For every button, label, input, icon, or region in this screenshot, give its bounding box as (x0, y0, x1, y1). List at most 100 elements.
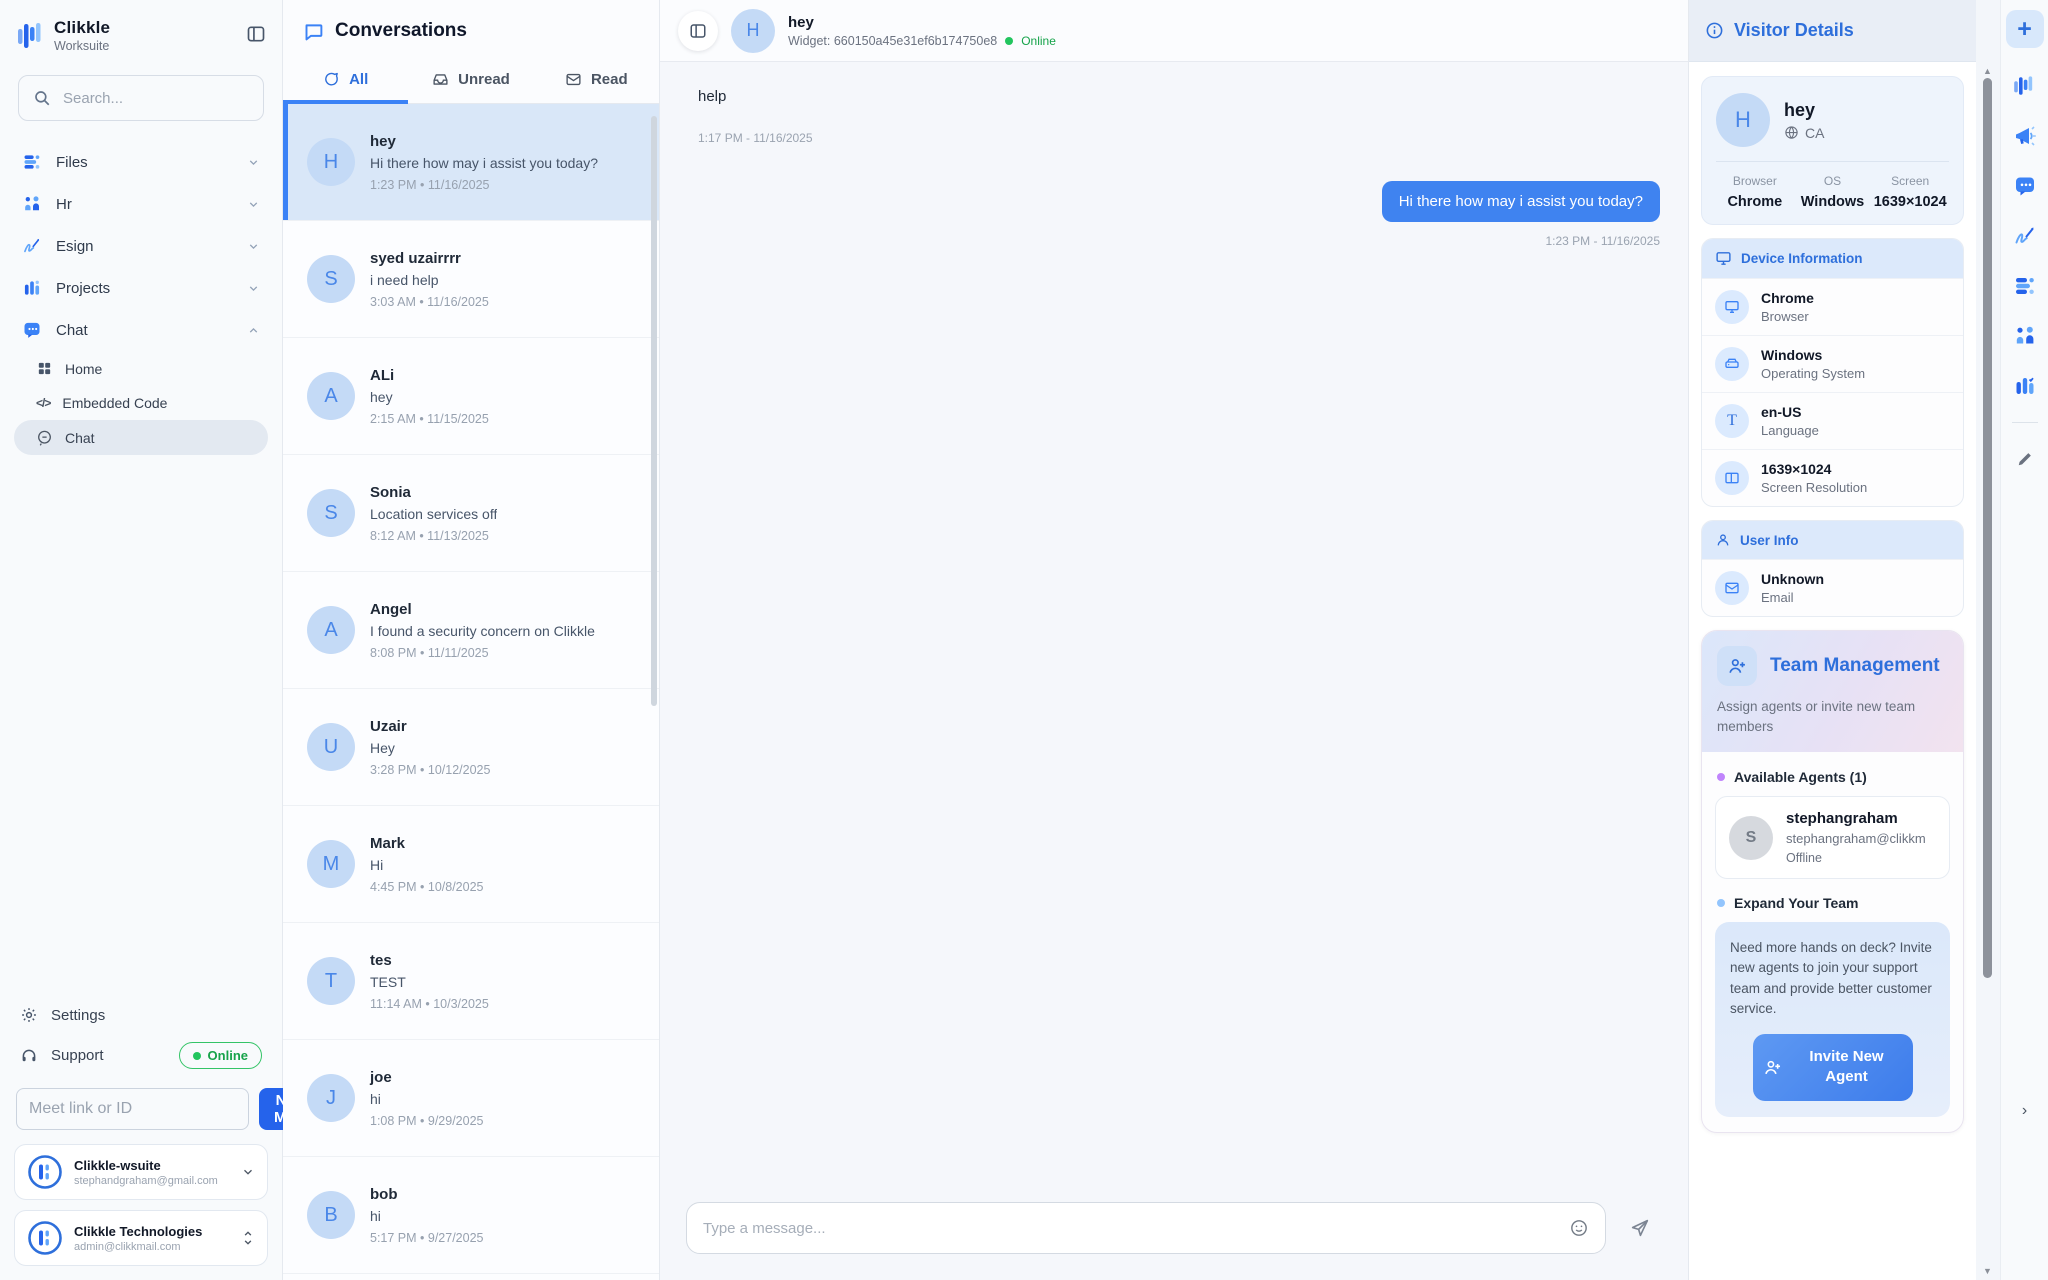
sidebar-subitem-label: Home (65, 361, 102, 377)
account-card-workspace[interactable]: Clikkle-wsuite stephandgraham@gmail.com (14, 1144, 268, 1200)
sidebar-collapse-icon[interactable] (246, 24, 266, 44)
device-row-resolution: 1639×1024 Screen Resolution (1702, 449, 1963, 506)
chevron-sort-icon[interactable] (241, 1230, 255, 1246)
conversation-tabs: All Unread Read (283, 58, 659, 104)
sidebar-item-label: Files (56, 154, 233, 171)
conversation-item[interactable]: B bob hi 5:17 PM • 9/27/2025 (283, 1157, 659, 1274)
sidebar-item-esign[interactable]: Esign (14, 225, 268, 267)
sidebar-item-projects[interactable]: Projects (14, 267, 268, 309)
account-logo-icon (27, 1220, 63, 1256)
sidebar-item-chat[interactable]: Chat (14, 309, 268, 351)
agent-card[interactable]: S stephangraham stephangraham@clikkm Off… (1715, 796, 1950, 879)
chevron-down-icon[interactable] (241, 1165, 255, 1179)
tab-unread[interactable]: Unread (408, 58, 533, 103)
hr-icon (22, 194, 42, 214)
user-info-row-email: Unknown Email (1702, 559, 1963, 616)
emoji-icon[interactable] (1569, 1218, 1589, 1238)
toggle-conversations-button[interactable] (678, 11, 718, 51)
conversation-list-scrollbar[interactable] (651, 116, 657, 706)
conversation-item[interactable]: H hey Hi there how may i assist you toda… (283, 104, 659, 221)
avatar: A (307, 606, 355, 654)
conversations-icon (303, 21, 324, 42)
conversation-time: 4:45 PM • 10/8/2025 (370, 880, 483, 894)
sidebar-subitem-embedded-code[interactable]: </> Embedded Code (14, 386, 268, 420)
avatar: J (307, 1074, 355, 1122)
sidebar-item-hr[interactable]: Hr (14, 183, 268, 225)
sidebar-subitem-chat[interactable]: Chat (14, 420, 268, 455)
collapse-panel-chevron[interactable]: › (2022, 1102, 2027, 1120)
conversation-item[interactable]: J joe hi 1:08 PM • 9/29/2025 (283, 1040, 659, 1157)
message-input[interactable] (703, 1220, 1559, 1237)
conversation-name: syed uzairrrr (370, 250, 489, 267)
settings-label: Settings (51, 1007, 262, 1024)
conversation-item[interactable]: U Uzair Hey 3:28 PM • 10/12/2025 (283, 689, 659, 806)
summary-label: Screen (1871, 174, 1949, 188)
conversation-preview: Hi there how may i assist you today? (370, 155, 598, 171)
team-subtitle: Assign agents or invite new team members (1717, 697, 1948, 736)
support-button[interactable]: Support Online (14, 1033, 268, 1078)
conversation-preview: i need help (370, 272, 489, 288)
conversation-item[interactable]: T tes TEST 11:14 AM • 10/3/2025 (283, 923, 659, 1040)
visitor-summary-card: H hey CA Browser (1701, 76, 1964, 225)
conversation-item[interactable]: S Sonia Location services off 8:12 AM • … (283, 455, 659, 572)
meet-link-input[interactable] (16, 1088, 249, 1130)
person-plus-icon (1717, 646, 1757, 686)
scroll-up-arrow[interactable]: ▲ (1983, 66, 1992, 76)
summary-label: Browser (1716, 174, 1794, 188)
conversation-item[interactable]: A Angel I found a security concern on Cl… (283, 572, 659, 689)
projects-icon (22, 278, 42, 298)
account-email: admin@clikkmail.com (74, 1241, 230, 1253)
sidebar-subitem-home[interactable]: Home (14, 351, 268, 386)
account-card-organization[interactable]: Clikkle Technologies admin@clikkmail.com (14, 1210, 268, 1266)
analytics-app-icon[interactable] (2013, 74, 2037, 98)
search-box[interactable] (18, 75, 264, 121)
send-button[interactable] (1618, 1206, 1662, 1250)
scrollbar-thumb[interactable] (1983, 78, 1992, 978)
invite-new-agent-button[interactable]: Invite New Agent (1753, 1034, 1913, 1101)
visitor-details-panel: Visitor Details H hey CA (1688, 0, 1976, 1280)
projects-app-icon[interactable] (2013, 374, 2037, 398)
hard-drive-icon (1715, 347, 1749, 381)
add-app-button[interactable]: + (2006, 10, 2044, 48)
message-composer (660, 1188, 1688, 1280)
conversation-item[interactable]: M Mark Hi 4:45 PM • 10/8/2025 (283, 806, 659, 923)
conversation-list: H hey Hi there how may i assist you toda… (283, 104, 659, 1280)
chat-app-icon[interactable] (2013, 174, 2037, 198)
expand-team-label: Expand Your Team (1734, 895, 1858, 911)
hr-app-icon[interactable] (2013, 324, 2037, 348)
conversation-item[interactable]: S syed uzairrrr i need help 3:03 AM • 11… (283, 221, 659, 338)
tab-read[interactable]: Read (534, 58, 659, 103)
conversation-name: Angel (370, 601, 595, 618)
sidebar-item-label: Chat (56, 322, 233, 339)
page-scrollbar[interactable]: ▲ ▼ (1976, 0, 2000, 1280)
team-title: Team Management (1770, 655, 1940, 677)
visitor-details-title: Visitor Details (1734, 20, 1854, 41)
monitor-icon (1715, 250, 1732, 267)
settings-button[interactable]: Settings (14, 997, 268, 1033)
conversation-time: 3:03 AM • 11/16/2025 (370, 295, 489, 309)
home-grid-icon (36, 360, 53, 377)
person-plus-icon (1763, 1058, 1782, 1077)
sidebar-item-files[interactable]: Files (14, 141, 268, 183)
device-information-section: Device Information Chrome Browser (1701, 238, 1964, 507)
bullet-dot (1717, 899, 1725, 907)
conversation-name: Mark (370, 835, 483, 852)
tab-all[interactable]: All (283, 58, 408, 103)
campaigns-megaphone-icon[interactable] (2013, 124, 2037, 148)
online-dot (193, 1052, 201, 1060)
person-icon (1715, 532, 1731, 548)
files-app-icon[interactable] (2013, 274, 2037, 298)
edit-pencil-icon[interactable] (2015, 449, 2035, 469)
esign-app-icon[interactable] (2013, 224, 2037, 248)
sidebar-subitem-label: Embedded Code (62, 395, 167, 411)
conversation-time: 8:12 AM • 11/13/2025 (370, 529, 497, 543)
search-input[interactable] (63, 90, 249, 107)
brand-suite: Worksuite (54, 39, 110, 53)
conversation-item[interactable]: A ALi hey 2:15 AM • 11/15/2025 (283, 338, 659, 455)
bullet-dot (1717, 773, 1725, 781)
conversation-time: 3:28 PM • 10/12/2025 (370, 763, 490, 777)
summary-value: Windows (1794, 194, 1872, 210)
scroll-down-arrow[interactable]: ▼ (1983, 1266, 1992, 1276)
summary-label: OS (1794, 174, 1872, 188)
account-logo-icon (27, 1154, 63, 1190)
